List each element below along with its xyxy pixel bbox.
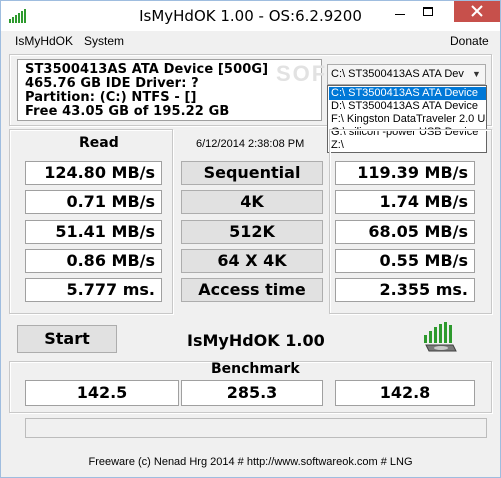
menu-bar: IsMyHdOK System Donate: [1, 31, 500, 51]
drive-model: ST3500413AS ATA Device [500G]: [25, 62, 269, 77]
benchmark-write-value: 142.8: [335, 380, 475, 406]
free-space: Free 43.05 GB of 195.22 GB: [25, 104, 230, 119]
sequential-button[interactable]: Sequential: [181, 161, 323, 185]
read-4k-value: 0.71 MB/s: [25, 190, 162, 214]
maximize-button[interactable]: [414, 1, 442, 22]
app-name-label: IsMyHdOK 1.00: [187, 331, 325, 350]
write-access-time-value: 2.355 ms.: [335, 278, 475, 302]
read-access-time-value: 5.777 ms.: [25, 278, 162, 302]
drive-size: 465.76 GB IDE Driver: ?: [25, 76, 199, 91]
read-64x4k-value: 0.86 MB/s: [25, 249, 162, 273]
menu-system[interactable]: System: [84, 34, 124, 48]
app-window: IsMyHdOK 1.00 - OS:6.2.9200 IsMyHdOK Sys…: [0, 0, 501, 478]
start-button[interactable]: Start: [17, 325, 117, 353]
title-bar[interactable]: IsMyHdOK 1.00 - OS:6.2.9200: [1, 1, 500, 31]
drive-option[interactable]: F:\ Kingston DataTraveler 2.0 US: [329, 113, 486, 126]
chevron-down-icon[interactable]: ▼: [468, 65, 485, 84]
drive-select[interactable]: C:\ ST3500413AS ATA Dev ▼: [327, 64, 486, 85]
minimize-button[interactable]: [386, 1, 414, 22]
read-label: Read: [79, 135, 119, 151]
4k-button[interactable]: 4K: [181, 190, 323, 214]
drive-option[interactable]: D:\ ST3500413AS ATA Device: [329, 100, 486, 113]
512k-button[interactable]: 512K: [181, 220, 323, 244]
write-4k-value: 1.74 MB/s: [335, 190, 475, 214]
close-button[interactable]: [454, 1, 500, 22]
partition-info: Partition: (C:) NTFS - []: [25, 90, 197, 105]
hdd-benchmark-icon: [424, 322, 457, 352]
write-64x4k-value: 0.55 MB/s: [335, 249, 475, 273]
menu-donate[interactable]: Donate: [450, 34, 489, 48]
drive-option[interactable]: C:\ ST3500413AS ATA Device: [329, 87, 486, 100]
footer-text[interactable]: Freeware (c) Nenad Hrg 2014 # http://www…: [1, 456, 500, 468]
benchmark-total-value: 285.3: [181, 380, 323, 406]
menu-ismyhdok[interactable]: IsMyHdOK: [15, 34, 73, 48]
read-sequential-value: 124.80 MB/s: [25, 161, 162, 185]
benchmark-read-value: 142.5: [25, 380, 179, 406]
benchmark-label: Benchmark: [211, 361, 300, 377]
progress-bar: [25, 418, 487, 438]
write-sequential-value: 119.39 MB/s: [335, 161, 475, 185]
test-timestamp: 6/12/2014 2:38:08 PM: [196, 138, 305, 150]
drive-select-value: C:\ ST3500413AS ATA Dev: [331, 68, 464, 80]
write-512k-value: 68.05 MB/s: [335, 220, 475, 244]
access-time-button[interactable]: Access time: [181, 278, 323, 302]
64x4k-button[interactable]: 64 X 4K: [181, 249, 323, 273]
read-512k-value: 51.41 MB/s: [25, 220, 162, 244]
